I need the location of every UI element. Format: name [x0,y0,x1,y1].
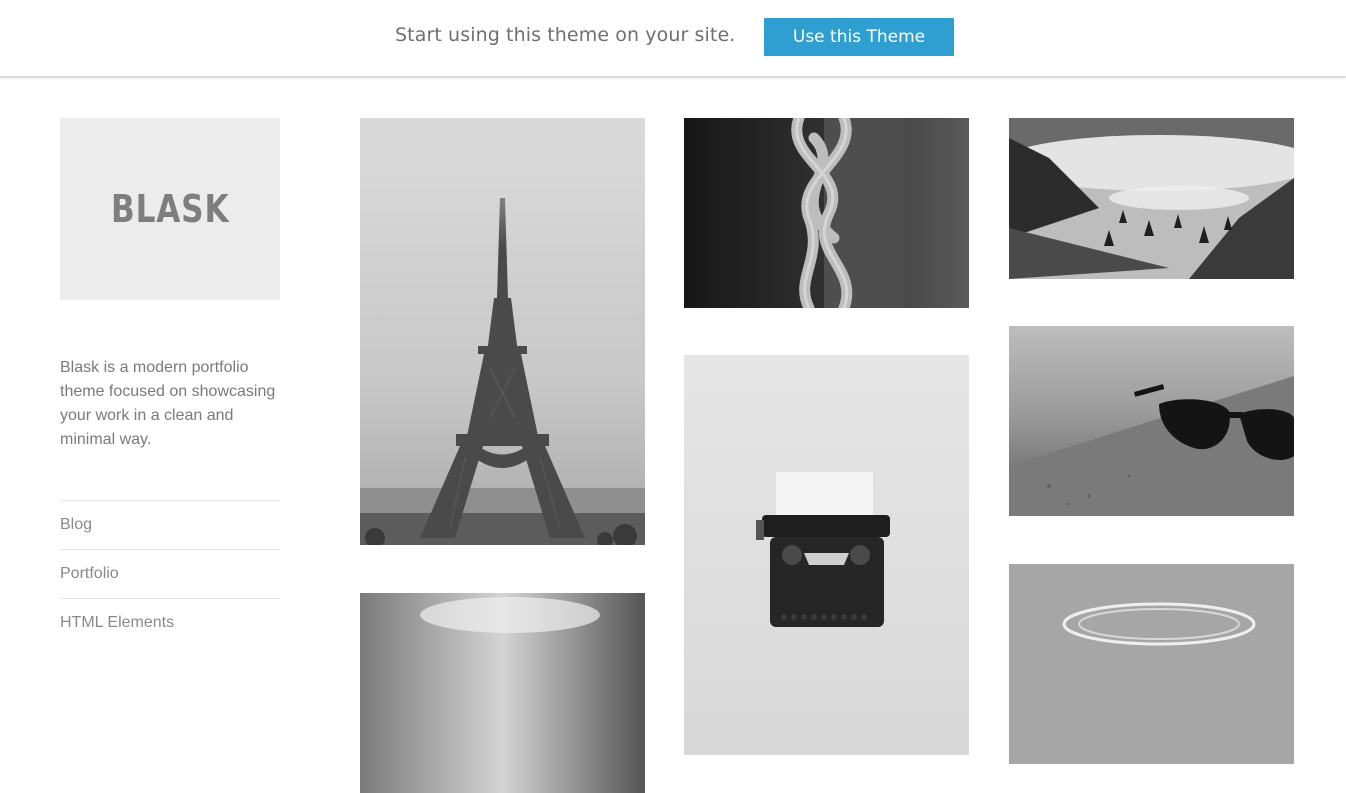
theme-banner: Start using this theme on your site. Use… [0,0,1346,77]
knotted-rope-image [684,118,969,308]
site-logo-text: BLASK [110,187,230,231]
site-logo[interactable]: BLASK [60,118,280,300]
cloudy-sky-image [360,593,645,793]
wire-basket-image [1009,564,1294,764]
nav-item-portfolio[interactable]: Portfolio [60,549,280,598]
gallery-item-sunglasses[interactable] [1009,326,1294,516]
gallery-item-eiffel-tower[interactable] [360,118,645,545]
typewriter-image [684,355,969,755]
nav-item-html-elements[interactable]: HTML Elements [60,598,280,647]
foggy-forest-image [1009,118,1294,279]
banner-message: Start using this theme on your site. [395,24,736,46]
gallery-item-foggy-forest-hills[interactable] [1009,118,1294,279]
gallery-item-cloudy-sky[interactable] [360,593,645,793]
use-theme-button[interactable]: Use this Theme [764,18,954,56]
site-description: Blask is a modern portfolio theme focuse… [60,359,276,448]
eiffel-tower-image [360,118,645,545]
gallery-item-wire-basket[interactable] [1009,564,1294,764]
nav-item-blog[interactable]: Blog [60,500,280,549]
gallery-item-knotted-rope[interactable] [684,118,969,308]
sidebar-nav: Blog Portfolio HTML Elements [60,500,280,647]
sunglasses-image [1009,326,1294,516]
gallery-item-typewriter[interactable] [684,355,969,755]
